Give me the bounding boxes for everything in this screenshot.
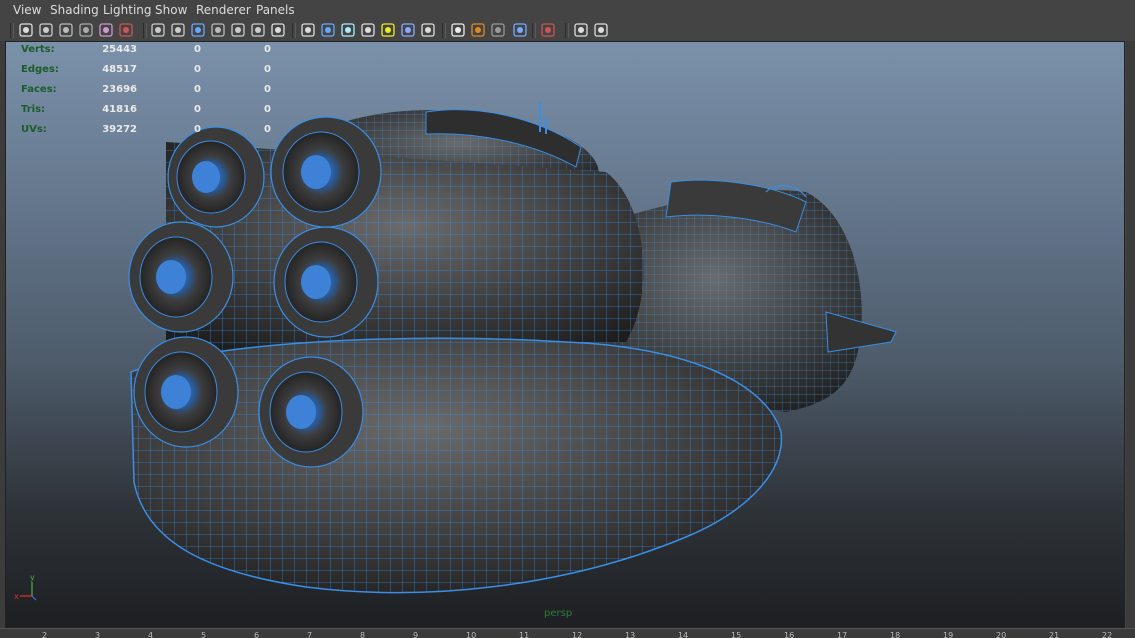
hud-row: Edges: 48517 0 0 — [21, 64, 281, 78]
right-border — [1126, 41, 1135, 628]
motion-blur-icon[interactable] — [450, 22, 466, 38]
menu-view[interactable]: View — [13, 3, 41, 17]
hud-value-selected-2: 0 — [264, 124, 271, 135]
nozzle-top-left — [167, 126, 265, 228]
hud-value-selected-2: 0 — [264, 84, 271, 95]
toolbar-separator — [292, 23, 296, 38]
menu-renderer[interactable]: Renderer — [196, 3, 251, 17]
menu-show[interactable]: Show — [155, 3, 187, 17]
xray-joints-icon[interactable] — [540, 22, 556, 38]
toolbar-separator — [565, 23, 569, 38]
menu-lighting[interactable]: Lighting — [103, 3, 152, 17]
hud-label: Edges: — [21, 64, 59, 75]
hud-label: Verts: — [21, 44, 55, 55]
hud-value-selected: 0 — [194, 104, 201, 115]
toolbar-separator — [532, 23, 536, 38]
axis-x-label: x — [14, 592, 19, 601]
xray-icon[interactable] — [512, 22, 528, 38]
panel-menubar: View Shading Lighting Show Renderer Pane… — [0, 0, 1135, 21]
grease-pencil-icon[interactable] — [118, 22, 134, 38]
2d-pan-zoom-icon[interactable] — [98, 22, 114, 38]
smooth-shade-icon[interactable] — [320, 22, 336, 38]
hud-row: Faces: 23696 0 0 — [21, 84, 281, 98]
hud-value-total: 39272 — [102, 124, 137, 135]
hud-value-total: 48517 — [102, 64, 137, 75]
textured-icon[interactable] — [360, 22, 376, 38]
hud-label: UVs: — [21, 124, 47, 135]
hud-value-selected: 0 — [194, 64, 201, 75]
field-chart-icon[interactable] — [230, 22, 246, 38]
depth-of-field-icon[interactable] — [470, 22, 486, 38]
hud-value-selected: 0 — [194, 84, 201, 95]
toolbar-separator — [143, 23, 147, 38]
hud-label: Tris: — [21, 104, 46, 115]
wireframe-icon[interactable] — [300, 22, 316, 38]
hud-row: UVs: 39272 0 0 — [21, 124, 281, 138]
isolate-select-icon[interactable] — [573, 22, 589, 38]
toolbar-separator — [10, 23, 14, 38]
image-plane-icon[interactable] — [78, 22, 94, 38]
hud-value-selected-2: 0 — [264, 64, 271, 75]
use-lights-icon[interactable] — [380, 22, 396, 38]
camera-name-label: persp — [544, 608, 573, 619]
wireframe-on-shaded-icon[interactable] — [340, 22, 356, 38]
hud-label: Faces: — [21, 84, 57, 95]
nozzle-top-right — [270, 116, 382, 228]
grid-icon[interactable] — [150, 22, 166, 38]
resolution-gate-icon[interactable] — [190, 22, 206, 38]
hud-value-selected: 0 — [194, 124, 201, 135]
view-axis-indicator: y x — [14, 574, 37, 601]
bookmark-icon[interactable] — [58, 22, 74, 38]
toolbar-separator — [442, 23, 446, 38]
menu-shading[interactable]: Shading — [50, 3, 99, 17]
nozzle-bottom-left — [133, 336, 239, 448]
hud-row: Tris: 41816 0 0 — [21, 104, 281, 118]
ambient-occlusion-icon[interactable] — [420, 22, 436, 38]
shadows-icon[interactable] — [400, 22, 416, 38]
menu-panels[interactable]: Panels — [256, 3, 295, 17]
film-gate-icon[interactable] — [170, 22, 186, 38]
hud-value-total: 23696 — [102, 84, 137, 95]
nozzle-mid-right — [273, 226, 379, 338]
hud-row: Verts: 25443 0 0 — [21, 44, 281, 58]
nozzle-mid-left — [128, 221, 234, 333]
safe-title-icon[interactable] — [270, 22, 286, 38]
axis-y-label: y — [30, 574, 35, 582]
hud-value-selected-2: 0 — [264, 44, 271, 55]
hud-value-selected-2: 0 — [264, 104, 271, 115]
hud-value-selected: 0 — [194, 44, 201, 55]
hud-toggle-icon[interactable] — [593, 22, 609, 38]
nozzle-bottom-right — [258, 356, 364, 468]
anti-alias-icon[interactable] — [490, 22, 506, 38]
gate-mask-icon[interactable] — [210, 22, 226, 38]
hud-value-total: 25443 — [102, 44, 137, 55]
safe-action-icon[interactable] — [250, 22, 266, 38]
panel-toolbar — [0, 20, 1135, 41]
camera-select-icon[interactable] — [18, 22, 34, 38]
perspective-viewport[interactable]: Verts: 25443 0 0 Edges: 48517 0 0 Faces: 23696 0 0 T… — [5, 41, 1125, 628]
hud-value-total: 41816 — [102, 104, 137, 115]
camera-attr-icon[interactable] — [38, 22, 54, 38]
